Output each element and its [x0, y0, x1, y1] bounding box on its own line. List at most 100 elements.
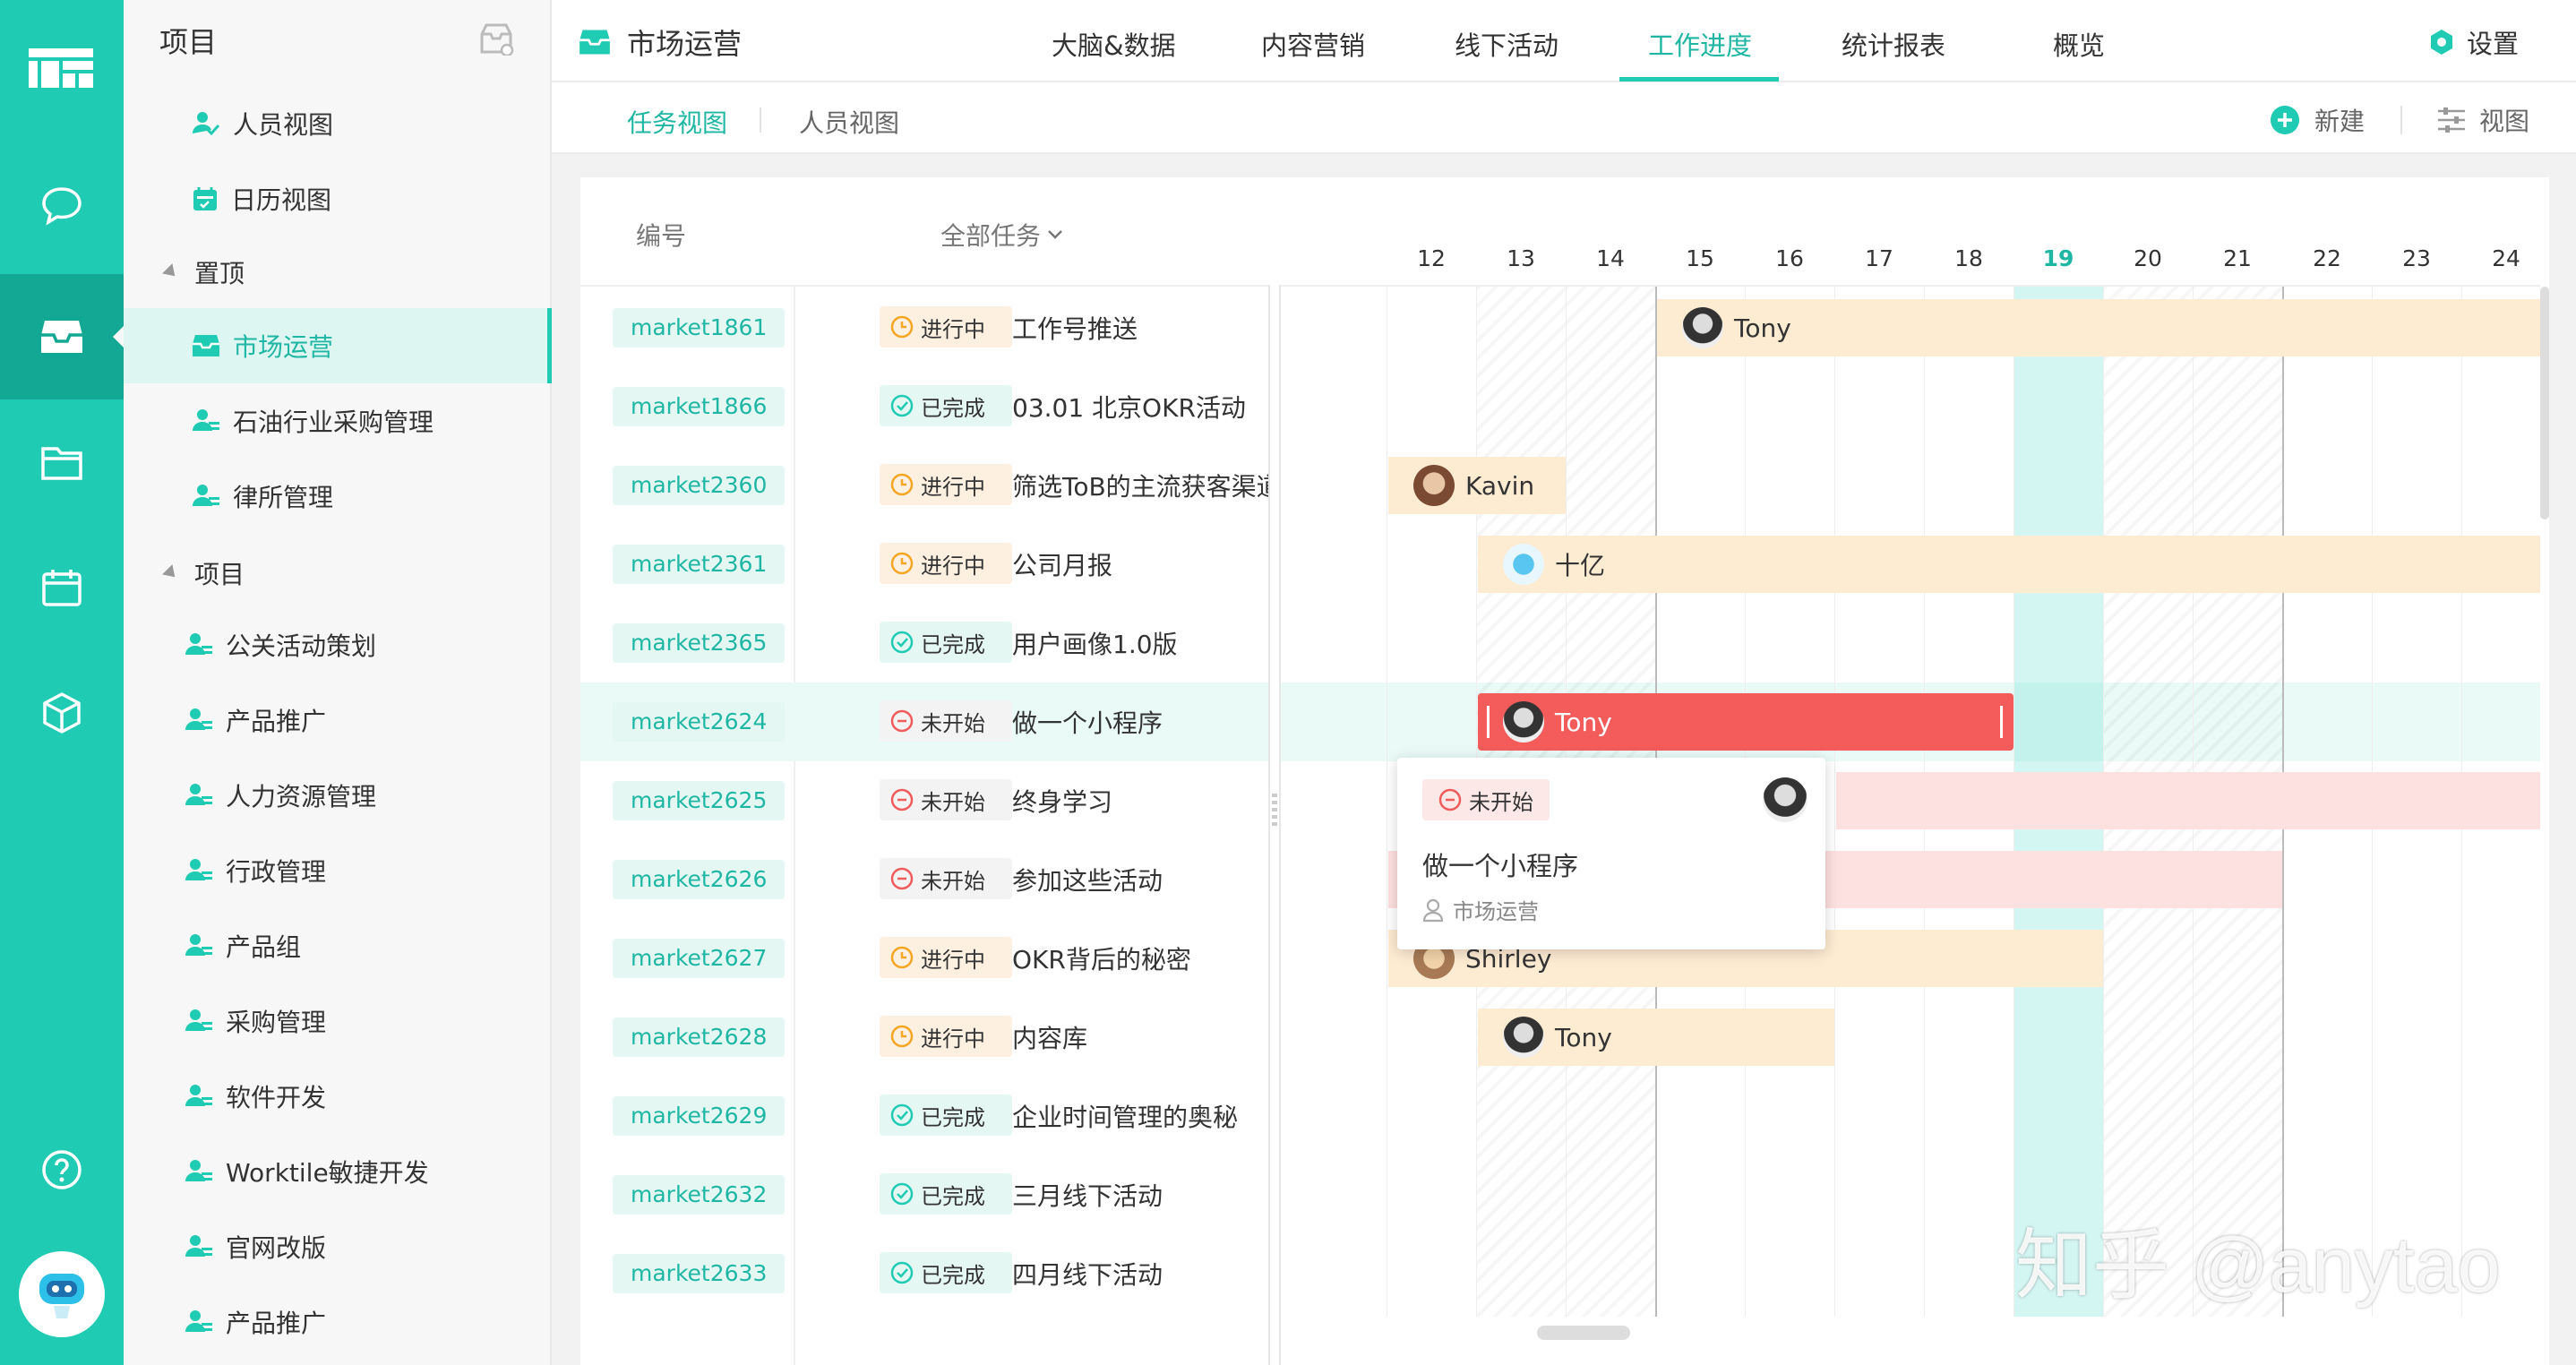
table-row[interactable]: market2627 进行中 OKR背后的秘密 — [580, 919, 1268, 998]
status-badge[interactable]: 进行中 — [880, 464, 1012, 505]
drag-handle[interactable] — [1272, 794, 1277, 829]
task-id-badge[interactable]: market2361 — [613, 545, 786, 584]
task-id-badge[interactable]: market2629 — [613, 1096, 786, 1136]
tab-reports[interactable]: 统计报表 — [1842, 25, 1945, 63]
table-row[interactable]: market1861 进行中 工作号推送 — [580, 288, 1268, 367]
status-badge[interactable]: 已完成 — [880, 1095, 1012, 1136]
task-name[interactable]: 三月线下活动 — [1012, 1177, 1163, 1213]
vertical-scrollbar[interactable] — [2540, 287, 2549, 519]
task-name[interactable]: 03.01 北京OKR活动 — [1012, 389, 1246, 425]
task-popover[interactable]: 未开始 做一个小程序 市场运营 — [1397, 758, 1825, 949]
task-name[interactable]: 做一个小程序 — [1012, 704, 1163, 740]
resize-handle-left[interactable] — [1487, 706, 1490, 738]
task-id-badge[interactable]: market2360 — [613, 466, 786, 505]
sidebar-item-project[interactable]: 软件开发 — [124, 1059, 552, 1134]
chat-icon[interactable] — [0, 143, 124, 269]
task-name[interactable]: 企业时间管理的奥秘 — [1012, 1098, 1238, 1134]
sidebar-item-project[interactable]: 产品推广 — [124, 682, 552, 758]
sidebar-item-project[interactable]: 人力资源管理 — [124, 758, 552, 833]
tab-task-view[interactable]: 任务视图 — [627, 104, 727, 140]
gantt-bar[interactable]: Tony — [1478, 693, 2014, 751]
gantt-bar[interactable]: Tony — [1657, 299, 2540, 356]
project-inbox-icon[interactable] — [0, 274, 124, 399]
settings-button[interactable]: 设置 — [2427, 23, 2519, 61]
table-row[interactable]: market2629 已完成 企业时间管理的奥秘 — [580, 1077, 1268, 1155]
tab-brain-data[interactable]: 大脑&数据 — [1052, 25, 1176, 63]
sidebar-item-project[interactable]: 官网改版 — [124, 1209, 552, 1284]
task-name[interactable]: 筛选ToB的主流获客渠道 — [1012, 468, 1268, 503]
section-projects[interactable]: 项目 — [162, 555, 245, 591]
table-row[interactable]: market1866 已完成 03.01 北京OKR活动 — [580, 367, 1268, 446]
table-row[interactable]: market2632 已完成 三月线下活动 — [580, 1155, 1268, 1234]
task-id-badge[interactable]: market2633 — [613, 1254, 786, 1293]
sidebar-item-project[interactable]: 行政管理 — [124, 833, 552, 908]
tab-content-marketing[interactable]: 内容营销 — [1261, 25, 1365, 63]
status-badge[interactable]: 未开始 — [880, 779, 1012, 820]
status-badge[interactable]: 进行中 — [880, 1016, 1012, 1057]
task-id-badge[interactable]: market1861 — [613, 308, 786, 348]
task-name[interactable]: 参加这些活动 — [1012, 862, 1163, 897]
gantt-bar[interactable]: 十亿 — [1478, 536, 2540, 593]
status-badge[interactable]: 未开始 — [880, 700, 1012, 742]
avatar[interactable] — [1682, 307, 1723, 348]
task-id-badge[interactable]: market2627 — [613, 939, 786, 978]
status-badge[interactable]: 已完成 — [880, 385, 1012, 426]
status-badge[interactable]: 进行中 — [880, 306, 1012, 348]
avatar[interactable] — [1413, 465, 1455, 506]
status-badge[interactable]: 进行中 — [880, 543, 1012, 584]
sidebar-item-project[interactable]: 公关活动策划 — [124, 607, 552, 682]
table-row[interactable]: market2360 进行中 筛选ToB的主流获客渠道 — [580, 446, 1268, 525]
sidebar-item-project[interactable]: 产品推广 — [124, 1284, 552, 1360]
sidebar-item-project[interactable]: 产品组 — [124, 908, 552, 983]
task-name[interactable]: 工作号推送 — [1012, 310, 1138, 346]
resize-handle-right[interactable] — [2000, 706, 2003, 738]
status-badge[interactable]: 已完成 — [880, 1252, 1012, 1293]
sidebar-item-people-view[interactable]: 人员视图 — [124, 86, 552, 161]
table-row[interactable]: market2361 进行中 公司月报 — [580, 525, 1268, 604]
sidebar-item-law-firm[interactable]: 律所管理 — [124, 459, 552, 534]
app-logo-icon[interactable] — [27, 45, 95, 95]
sidebar-item-calendar-view[interactable]: 日历视图 — [124, 161, 552, 236]
folder-icon[interactable] — [0, 399, 124, 525]
sidebar-item-project[interactable]: 采购管理 — [124, 983, 552, 1059]
avatar[interactable] — [1503, 1017, 1544, 1058]
view-options-button[interactable]: 视图 — [2436, 102, 2529, 138]
tab-offline-events[interactable]: 线下活动 — [1455, 25, 1558, 63]
assignee-avatar[interactable] — [1763, 777, 1807, 822]
task-name[interactable]: 内容库 — [1012, 1019, 1087, 1055]
task-id-badge[interactable]: market1866 — [613, 387, 786, 426]
task-id-badge[interactable]: market2624 — [613, 702, 786, 742]
avatar[interactable] — [1503, 701, 1544, 743]
task-name[interactable]: 公司月报 — [1012, 546, 1112, 582]
section-pinned[interactable]: 置顶 — [162, 254, 245, 290]
table-row[interactable]: market2365 已完成 用户画像1.0版 — [580, 604, 1268, 682]
calendar-icon[interactable] — [0, 525, 124, 650]
new-button[interactable]: 新建 — [2270, 102, 2365, 138]
table-row[interactable]: market2626 未开始 参加这些活动 — [580, 840, 1268, 919]
sidebar-item-project[interactable]: Worktile敏捷开发 — [124, 1134, 552, 1209]
task-id-badge[interactable]: market2625 — [613, 781, 786, 820]
status-badge[interactable]: 已完成 — [880, 622, 1012, 663]
cube-icon[interactable] — [0, 650, 124, 776]
status-badge[interactable]: 进行中 — [880, 937, 1012, 978]
task-name[interactable]: 终身学习 — [1012, 783, 1112, 819]
assistant-robot-icon[interactable] — [19, 1251, 105, 1337]
task-filter-dropdown[interactable]: 全部任务 — [940, 217, 1064, 253]
gantt-bar[interactable] — [1836, 772, 2540, 829]
sidebar-item-market-ops[interactable]: 市场运营 — [124, 308, 552, 383]
table-row[interactable]: market2633 已完成 四月线下活动 — [580, 1234, 1268, 1313]
status-badge[interactable]: 未开始 — [880, 858, 1012, 899]
table-row[interactable]: market2624 未开始 做一个小程序 — [580, 682, 1268, 761]
tab-people-view[interactable]: 人员视图 — [799, 104, 899, 140]
avatar[interactable] — [1503, 544, 1544, 585]
task-id-badge[interactable]: market2626 — [613, 860, 786, 899]
tab-work-progress[interactable]: 工作进度 — [1648, 25, 1752, 63]
task-id-badge[interactable]: market2628 — [613, 1017, 786, 1057]
task-id-badge[interactable]: market2365 — [613, 623, 786, 663]
sidebar-item-oil-procurement[interactable]: 石油行业采购管理 — [124, 383, 552, 459]
tab-overview[interactable]: 概览 — [2053, 25, 2105, 63]
task-id-badge[interactable]: market2632 — [613, 1175, 786, 1215]
table-row[interactable]: market2625 未开始 终身学习 — [580, 761, 1268, 840]
gantt-bar[interactable]: Kavin — [1388, 457, 1566, 514]
task-name[interactable]: 用户画像1.0版 — [1012, 625, 1178, 661]
